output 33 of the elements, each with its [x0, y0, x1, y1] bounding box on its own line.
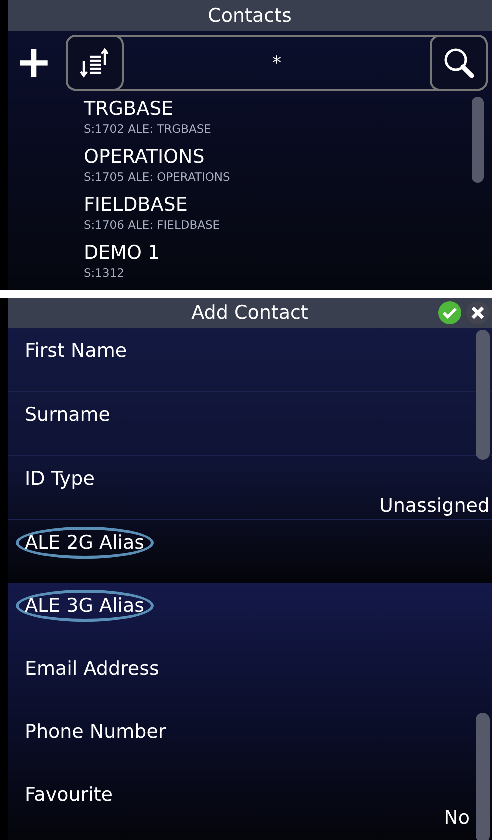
close-icon[interactable]: [466, 301, 490, 325]
field-label: First Name: [24, 339, 128, 364]
window-title: Add Contact: [192, 302, 308, 324]
form-row[interactable]: ALE 3G Alias: [8, 583, 492, 646]
field-label: ALE 2G Alias: [16, 527, 154, 559]
form-row[interactable]: Phone Number: [8, 709, 492, 772]
scrollbar[interactable]: [472, 97, 484, 183]
field-label: Favourite: [24, 783, 114, 808]
scrollbar[interactable]: [476, 330, 490, 460]
form-row[interactable]: Favourite No: [8, 772, 492, 835]
search-icon: [443, 47, 475, 79]
sort-button[interactable]: [66, 35, 124, 91]
field-label: ID Type: [24, 467, 96, 492]
sort-icon: [80, 47, 110, 79]
field-label: Surname: [24, 403, 112, 428]
field-label: ALE 3G Alias: [16, 590, 154, 622]
window-title: Contacts: [208, 4, 292, 26]
confirm-icon[interactable]: [438, 301, 462, 325]
scrollbar[interactable]: [476, 713, 490, 840]
field-value: Unassigned: [379, 495, 490, 517]
contact-item[interactable]: FIELDBASE S:1706 ALE: FIELDBASE: [84, 193, 492, 241]
search-button[interactable]: [430, 35, 488, 91]
search-field[interactable]: *: [66, 35, 488, 91]
field-label: Phone Number: [24, 720, 168, 745]
contact-item[interactable]: DEMO 1 S:1312: [84, 241, 492, 289]
field-value: No: [444, 807, 470, 829]
contact-item[interactable]: OPERATIONS S:1705 ALE: OPERATIONS: [84, 145, 492, 193]
field-label: Email Address: [24, 657, 160, 682]
form-row[interactable]: ID Type Unassigned: [8, 456, 492, 520]
search-value: *: [272, 52, 282, 74]
add-button[interactable]: +: [14, 41, 54, 85]
form-row[interactable]: Email Address: [8, 646, 492, 709]
contact-item[interactable]: TRGBASE S:1702 ALE: TRGBASE: [84, 97, 492, 145]
